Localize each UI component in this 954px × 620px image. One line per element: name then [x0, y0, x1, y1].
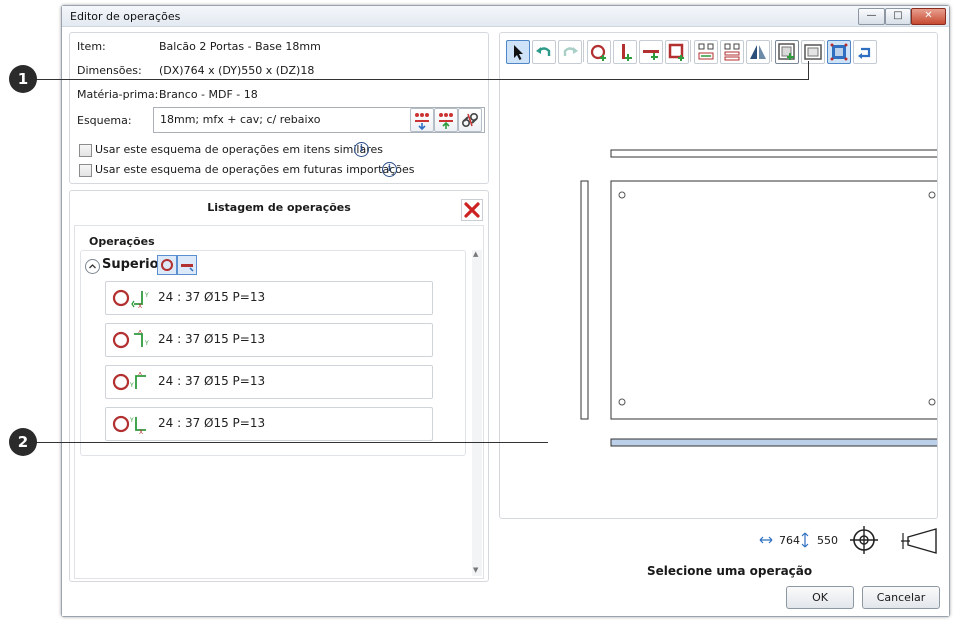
dimensions-value: (DX)764 x (DY)550 x (DZ)18: [159, 64, 315, 77]
drill-hole-icon: YX: [112, 289, 149, 308]
operations-group-label: Operações: [89, 235, 155, 248]
operations-panel-header: Listagem de operações: [207, 201, 351, 214]
panel-drawing[interactable]: [500, 33, 937, 518]
preview-panel: [499, 32, 938, 519]
use-future-checkbox[interactable]: [79, 164, 92, 177]
title-bar[interactable]: Editor de operações — □ ✕: [62, 6, 949, 27]
info-icon[interactable]: i: [382, 162, 397, 177]
operation-item[interactable]: XY 24 : 37 Ø15 P=13: [105, 365, 433, 399]
maximize-button[interactable]: □: [885, 8, 911, 25]
svg-text:X: X: [138, 303, 142, 308]
drill-hole-icon: YX: [112, 415, 146, 434]
panel-face[interactable]: [610, 180, 937, 420]
close-icon: ✕: [924, 10, 933, 21]
window-title: Editor de operações: [70, 10, 181, 23]
face-add-cut-button[interactable]: [177, 255, 197, 275]
close-button[interactable]: ✕: [911, 8, 946, 25]
item-label: Item:: [77, 40, 106, 53]
callout-line: [36, 442, 548, 443]
drill-hole-mark[interactable]: [928, 398, 936, 406]
maximize-icon: □: [893, 10, 903, 21]
schema-value: 18mm; mfx + cav; c/ rebaixo: [160, 113, 321, 126]
operation-text: 24 : 37 Ø15 P=13: [158, 290, 266, 304]
operations-panel: Listagem de operações Operações ▲ ▼ Supe…: [69, 190, 489, 582]
item-info-panel: Item: Balcão 2 Portas - Base 18mm Dimens…: [69, 32, 489, 184]
scroll-down-icon[interactable]: ▼: [473, 566, 478, 574]
cancel-button[interactable]: Cancelar: [862, 586, 940, 609]
scrollbar[interactable]: ▲ ▼: [472, 250, 482, 576]
drill-hole-icon: XY: [112, 330, 149, 349]
clear-operations-button[interactable]: [461, 199, 483, 221]
operation-item[interactable]: YX 24 : 37 Ø15 P=13: [105, 281, 433, 315]
operations-tree: Operações ▲ ▼ Superior Y X 24: 37 Ø15 P…: [74, 225, 484, 579]
material-label: Matéria-prima:: [77, 88, 159, 101]
svg-text:X: X: [138, 330, 142, 335]
info-icon[interactable]: i: [354, 142, 369, 157]
use-future-label: Usar este esquema de operações em futura…: [95, 163, 415, 176]
operation-text: 24 : 37 Ø15 P=13: [158, 332, 266, 346]
face-group: Superior YX 24 : 37 Ø15 P=13 X Y 24: 37…: [80, 250, 466, 456]
bottom-edge-strip[interactable]: [610, 438, 937, 447]
schema-label: Esquema:: [77, 114, 132, 127]
close-icon: [464, 202, 480, 218]
dimension-x: 764: [779, 534, 800, 547]
svg-text:Y: Y: [144, 340, 149, 347]
operations-editor-window: Editor de operações — □ ✕ Item: Balcão 2…: [61, 5, 950, 617]
callout-line: [808, 61, 809, 80]
drill-hole-mark[interactable]: [928, 191, 936, 199]
drill-hole-icon: XY: [112, 372, 146, 391]
scroll-up-icon[interactable]: ▲: [473, 250, 478, 258]
svg-text:Y: Y: [144, 292, 149, 299]
svg-text:Y: Y: [129, 382, 134, 389]
cut-icon: [181, 264, 194, 272]
window-client: Item: Balcão 2 Portas - Base 18mm Dimens…: [62, 27, 949, 616]
svg-text:X: X: [139, 429, 143, 434]
face-add-hole-button[interactable]: [157, 255, 177, 275]
minimize-icon: —: [866, 10, 877, 21]
hole-icon: [161, 259, 173, 271]
collapse-toggle[interactable]: [85, 259, 100, 274]
item-value: Balcão 2 Portas - Base 18mm: [159, 40, 321, 53]
crosshair-icon[interactable]: [847, 524, 881, 556]
operation-item[interactable]: YX 24 : 37 Ø15 P=13: [105, 407, 433, 441]
dimension-y: 550: [817, 534, 838, 547]
svg-text:X: X: [138, 372, 142, 377]
face-label: Superior: [102, 257, 165, 272]
top-edge-strip[interactable]: [610, 149, 937, 158]
operation-item[interactable]: XY 24 : 37 Ø15 P=13: [105, 323, 433, 357]
status-message: Selecione uma operação: [647, 564, 813, 578]
minimize-button[interactable]: —: [858, 8, 885, 25]
material-value: Branco - MDF - 18: [159, 88, 258, 101]
schema-import-icon: [415, 113, 429, 131]
schema-select[interactable]: 18mm; mfx + cav; c/ rebaixo: [153, 107, 485, 133]
drill-hole-mark[interactable]: [618, 398, 626, 406]
operation-text: 24 : 37 Ø15 P=13: [158, 374, 266, 388]
schema-unlink-button[interactable]: [458, 108, 482, 132]
unlink-icon: [461, 113, 479, 128]
perspective-view-icon[interactable]: [900, 527, 940, 555]
svg-text:Y: Y: [129, 417, 134, 424]
schema-import-button[interactable]: [410, 108, 434, 132]
callout-line: [36, 79, 809, 80]
dimensions-label: Dimensões:: [77, 64, 142, 77]
operation-text: 24 : 37 Ø15 P=13: [158, 416, 266, 430]
chevron-up-icon: [89, 264, 96, 269]
vertical-dimension-icon: [801, 532, 809, 548]
left-edge-strip[interactable]: [580, 180, 589, 420]
ok-button[interactable]: OK: [786, 586, 854, 609]
callout-badge-1: 1: [9, 65, 37, 93]
callout-badge-2: 2: [9, 428, 37, 456]
use-similar-checkbox[interactable]: [79, 144, 92, 157]
schema-export-icon: [439, 113, 453, 129]
use-similar-label: Usar este esquema de operações em itens …: [95, 143, 384, 156]
horizontal-dimension-icon: [759, 536, 773, 544]
drill-hole-mark[interactable]: [618, 191, 626, 199]
schema-export-button[interactable]: [434, 108, 458, 132]
